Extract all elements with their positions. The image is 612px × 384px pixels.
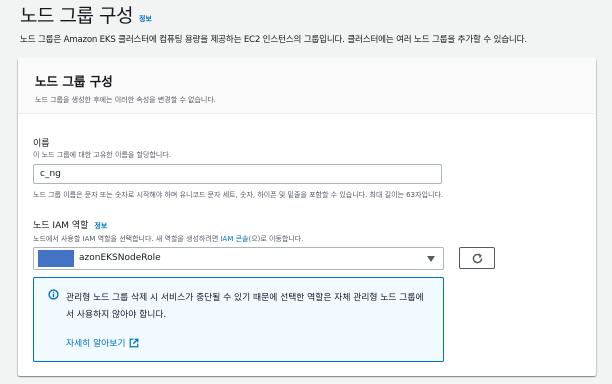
learn-more-label: 자세히 알아보기 — [66, 339, 126, 349]
info-circle-icon — [48, 289, 59, 300]
alert-message: 관리형 노드 그룹 삭제 시 서비스가 중단될 수 있기 때문에 선택한 역할은… — [66, 293, 424, 320]
refresh-button[interactable] — [459, 247, 495, 269]
learn-more-link[interactable]: 자세히 알아보기 — [66, 336, 139, 349]
external-link-icon — [130, 338, 139, 347]
iam-role-description-prefix: 노드에서 사용할 IAM 역할을 선택합니다. 새 역할을 생성하려면 — [33, 235, 221, 243]
name-input[interactable] — [33, 164, 442, 184]
page-info-link[interactable]: 정보 — [139, 14, 152, 24]
name-constraint-text: 노드 그룹 이름은 문자 또는 숫자로 시작해야 하며 유니코드 문자 세트, … — [33, 191, 444, 199]
section-description: 노드 그룹을 생성한 후에는 이러한 속성을 변경할 수 없습니다. — [35, 96, 217, 104]
iam-role-label-row: 노드 IAM 역할 정보 — [33, 218, 107, 231]
info-alert: 관리형 노드 그룹 삭제 시 서비스가 중단될 수 있기 때문에 선택한 역할은… — [33, 277, 444, 362]
iam-role-select[interactable]: azonEKSNodeRole — [33, 247, 444, 270]
iam-console-link[interactable]: IAM 콘솔 — [220, 235, 248, 243]
iam-role-label: 노드 IAM 역할 — [33, 221, 89, 231]
page-title: 노드 그룹 구성 — [20, 5, 133, 27]
name-label: 이름 — [33, 139, 50, 149]
caret-down-icon — [427, 256, 435, 262]
section-title: 노드 그룹 구성 — [35, 74, 113, 89]
page-title-row: 노드 그룹 구성 정보 — [20, 4, 152, 28]
page-description: 노드 그룹은 Amazon EKS 클러스터에 컴퓨팅 용량을 제공하는 EC2… — [20, 35, 527, 45]
iam-role-selected-value: azonEKSNodeRole — [79, 253, 161, 263]
iam-role-description-suffix: (으)로 이동합니다. — [248, 235, 304, 243]
container-header: 노드 그룹 구성 노드 그룹을 생성한 후에는 이러한 속성을 변경할 수 없습… — [18, 58, 596, 114]
iam-role-info-link[interactable]: 정보 — [94, 222, 107, 230]
name-description: 이 노드 그룹에 대한 고유한 이름을 할당합니다. — [33, 151, 171, 159]
redaction-block — [38, 250, 74, 267]
refresh-icon — [472, 252, 482, 263]
node-group-config-container: 노드 그룹 구성 노드 그룹을 생성한 후에는 이러한 속성을 변경할 수 없습… — [18, 58, 596, 376]
iam-role-description: 노드에서 사용할 IAM 역할을 선택합니다. 새 역할을 생성하려면 IAM … — [33, 234, 303, 244]
